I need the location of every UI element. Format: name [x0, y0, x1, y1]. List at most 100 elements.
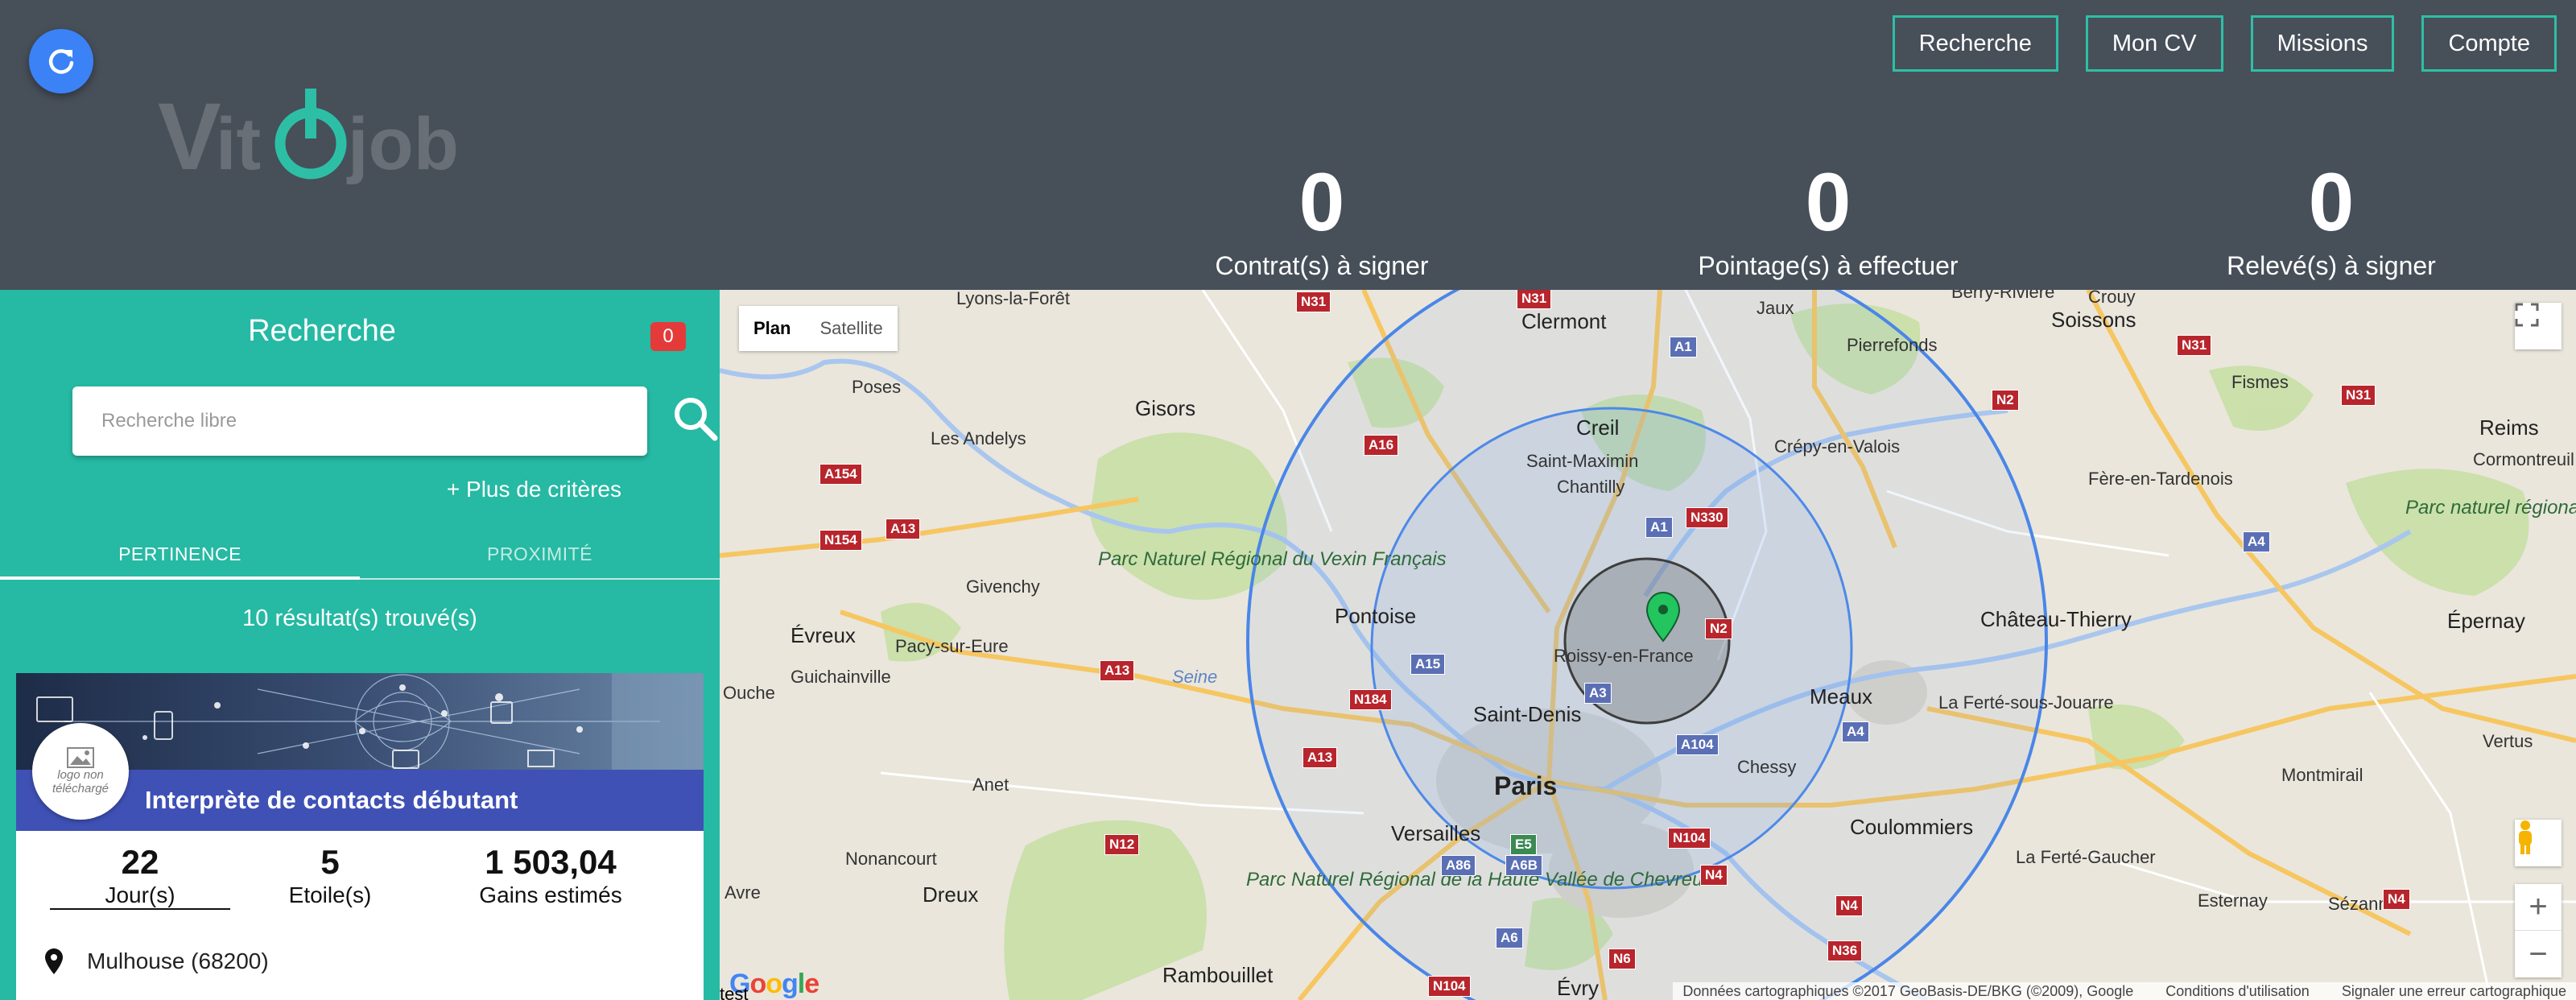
- image-icon: [67, 747, 94, 768]
- road-shield: N12: [1104, 834, 1140, 855]
- road-shield: N31: [2177, 335, 2212, 356]
- map-label-givenchy: Givenchy: [966, 576, 1040, 597]
- job-title[interactable]: Interprète de contacts débutant: [145, 770, 518, 831]
- map-label-pacy: Pacy-sur-Eure: [895, 636, 1009, 656]
- road-shield: A3: [1584, 683, 1612, 704]
- map-label-ferte-jouarre: La Ferté-sous-Jouarre: [1938, 692, 2114, 713]
- map-label-esternay: Esternay: [2198, 890, 2268, 911]
- map-label-poses: Poses: [852, 377, 902, 397]
- stat-contracts[interactable]: 0 Contrat(s) à signer: [1153, 158, 1491, 282]
- road-shield: N2: [1992, 390, 2019, 411]
- road-shield: A4: [1842, 721, 1869, 742]
- tab-proximite[interactable]: PROXIMITÉ: [360, 523, 720, 585]
- fullscreen-button[interactable]: [2515, 303, 2562, 349]
- map-label-pierrefonds: Pierrefonds: [1847, 335, 1938, 355]
- stat-contracts-label: Contrat(s) à signer: [1215, 251, 1429, 280]
- map-label-crouy: Crouy: [2088, 290, 2136, 307]
- map-label-guichainville: Guichainville: [791, 667, 891, 687]
- map-label-ferte-gaucher: La Ferté-Gaucher: [2016, 847, 2156, 867]
- job-earnings-label: Gains estimés: [479, 882, 622, 907]
- more-criteria-link[interactable]: + Plus de critères: [447, 477, 621, 502]
- road-shield: N6: [1608, 948, 1636, 969]
- map-label-vexin-park: Parc Naturel Régional du Vexin Français: [1098, 548, 1447, 570]
- stat-pointages-label: Pointage(s) à effectuer: [1698, 251, 1959, 280]
- road-shield: N330: [1686, 507, 1728, 528]
- map-label-rambouillet: Rambouillet: [1162, 963, 1274, 987]
- svg-text:job: job: [346, 103, 459, 185]
- job-card[interactable]: Interprète de contacts débutant logo non…: [16, 673, 704, 1000]
- nav-recherche-button[interactable]: Recherche: [1892, 15, 2058, 72]
- road-shield: N31: [1296, 291, 1331, 312]
- map-label-avre: Avre: [724, 882, 761, 903]
- nav-missions-button[interactable]: Missions: [2250, 15, 2395, 72]
- job-stars-value: 5: [320, 843, 340, 881]
- stat-pointages-value: 0: [1805, 156, 1852, 248]
- nav-mon-cv-button[interactable]: Mon CV: [2085, 15, 2223, 72]
- stat-releves-value: 0: [2308, 156, 2355, 248]
- map-label-cormontreuil: Cormontreuil: [2473, 449, 2574, 469]
- map-report-link[interactable]: Signaler une erreur cartographique: [2342, 983, 2566, 1000]
- job-stars-label: Etoile(s): [288, 882, 372, 907]
- app-header: V it job Recherche Mon CV Missions Compt…: [0, 0, 2576, 290]
- job-days: 22 Jour(s): [50, 842, 230, 910]
- road-shield: A1: [1670, 337, 1697, 357]
- road-shield: A104: [1676, 734, 1719, 755]
- road-shield: A1: [1645, 517, 1673, 538]
- map-label-berry: Berry-Rivière: [1951, 290, 2055, 302]
- street-view-button[interactable]: [2515, 820, 2562, 866]
- road-shield: E5: [1510, 834, 1537, 855]
- stat-releves[interactable]: 0 Relevé(s) à signer: [2162, 158, 2500, 282]
- road-shield: N31: [1517, 290, 1552, 309]
- job-earnings-value: 1 503,04: [485, 843, 617, 881]
- map-label-paris: Paris: [1494, 771, 1558, 800]
- zoom-control: + −: [2515, 884, 2562, 977]
- map-label-clermont: Clermont: [1521, 309, 1607, 333]
- notification-badge[interactable]: 0: [650, 322, 686, 351]
- job-location-text: Mulhouse (68200): [87, 948, 269, 973]
- road-shield: N184: [1349, 689, 1392, 710]
- map-label-vertus: Vertus: [2483, 731, 2533, 751]
- map-label-ouche: Ouche: [723, 683, 775, 703]
- sort-tabs: PERTINENCE PROXIMITÉ: [0, 523, 720, 585]
- nav-compte-button[interactable]: Compte: [2421, 15, 2557, 72]
- results-count: 10 résultat(s) trouvé(s): [242, 605, 477, 631]
- road-shield: A13: [886, 519, 921, 539]
- search-box[interactable]: [72, 386, 647, 456]
- map-type-control: Plan Satellite: [739, 306, 898, 351]
- road-shield: A15: [1410, 654, 1446, 675]
- search-input[interactable]: [101, 410, 618, 432]
- map-label-jaux: Jaux: [1757, 298, 1794, 318]
- road-shield: N4: [1835, 895, 1863, 916]
- road-shield: N154: [819, 530, 862, 551]
- top-nav: Recherche Mon CV Missions Compte: [1892, 15, 2557, 72]
- svg-text:V: V: [158, 84, 221, 190]
- search-icon[interactable]: [670, 393, 720, 444]
- map-label-evry: Évry: [1557, 976, 1599, 1000]
- map-label-chevreuse-park: Parc Naturel Régional de la Haute Vallée…: [1246, 869, 1724, 890]
- map-label-reims: Reims: [2479, 415, 2539, 440]
- refresh-button[interactable]: [29, 29, 93, 93]
- map-label-chantilly: Chantilly: [1557, 477, 1625, 497]
- map-label-fere: Fère-en-Tardenois: [2088, 469, 2233, 489]
- zoom-in-button[interactable]: +: [2515, 884, 2562, 931]
- job-earnings: 1 503,04 Gains estimés: [446, 842, 655, 908]
- map-label-anet: Anet: [972, 775, 1009, 795]
- stat-pointages[interactable]: 0 Pointage(s) à effectuer: [1659, 158, 1997, 282]
- road-shield: A154: [819, 464, 862, 485]
- map-terms-link[interactable]: Conditions d'utilisation: [2165, 983, 2310, 1000]
- active-tab-indicator: [0, 576, 360, 580]
- map-label-chessy: Chessy: [1737, 757, 1797, 777]
- map-label-epernay: Épernay: [2447, 609, 2525, 633]
- stat-contracts-value: 0: [1298, 156, 1345, 248]
- map-type-plan-button[interactable]: Plan: [739, 306, 805, 351]
- map-label-chateau-thierry: Château-Thierry: [1980, 607, 2132, 631]
- map-label-les-andelys: Les Andelys: [931, 428, 1026, 448]
- zoom-out-button[interactable]: −: [2515, 931, 2562, 977]
- road-shield: N36: [1827, 940, 1863, 961]
- job-stats: 22 Jour(s) 5 Etoile(s) 1 503,04 Gains es…: [16, 842, 704, 923]
- location-pin-icon: [45, 948, 63, 974]
- job-stars: 5 Etoile(s): [258, 842, 402, 908]
- map-type-satellite-button[interactable]: Satellite: [805, 306, 897, 351]
- tab-pertinence[interactable]: PERTINENCE: [0, 523, 360, 585]
- map-view[interactable]: Paris Saint-Denis Versailles Pontoise Me…: [720, 290, 2576, 1000]
